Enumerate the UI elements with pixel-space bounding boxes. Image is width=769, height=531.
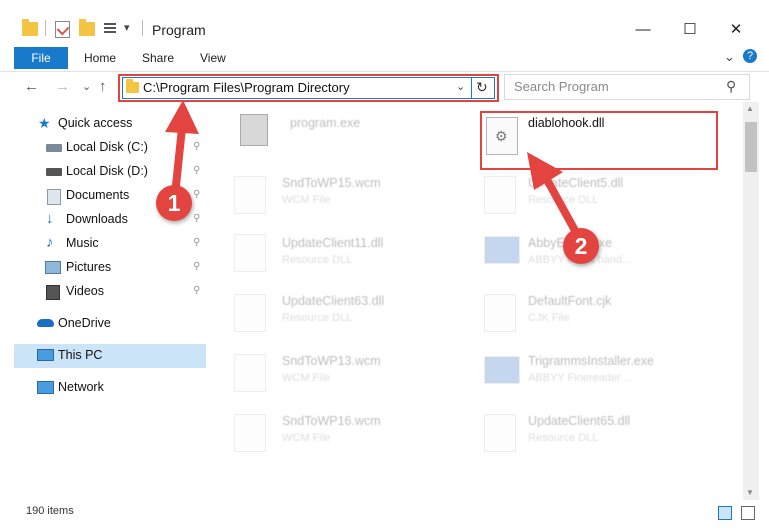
- annotation-arrows: [165, 100, 582, 240]
- arrow-1: [165, 100, 199, 199]
- arrow-2: [527, 152, 582, 240]
- step-1-badge: 1: [156, 185, 192, 221]
- step-2-badge: 2: [563, 228, 599, 264]
